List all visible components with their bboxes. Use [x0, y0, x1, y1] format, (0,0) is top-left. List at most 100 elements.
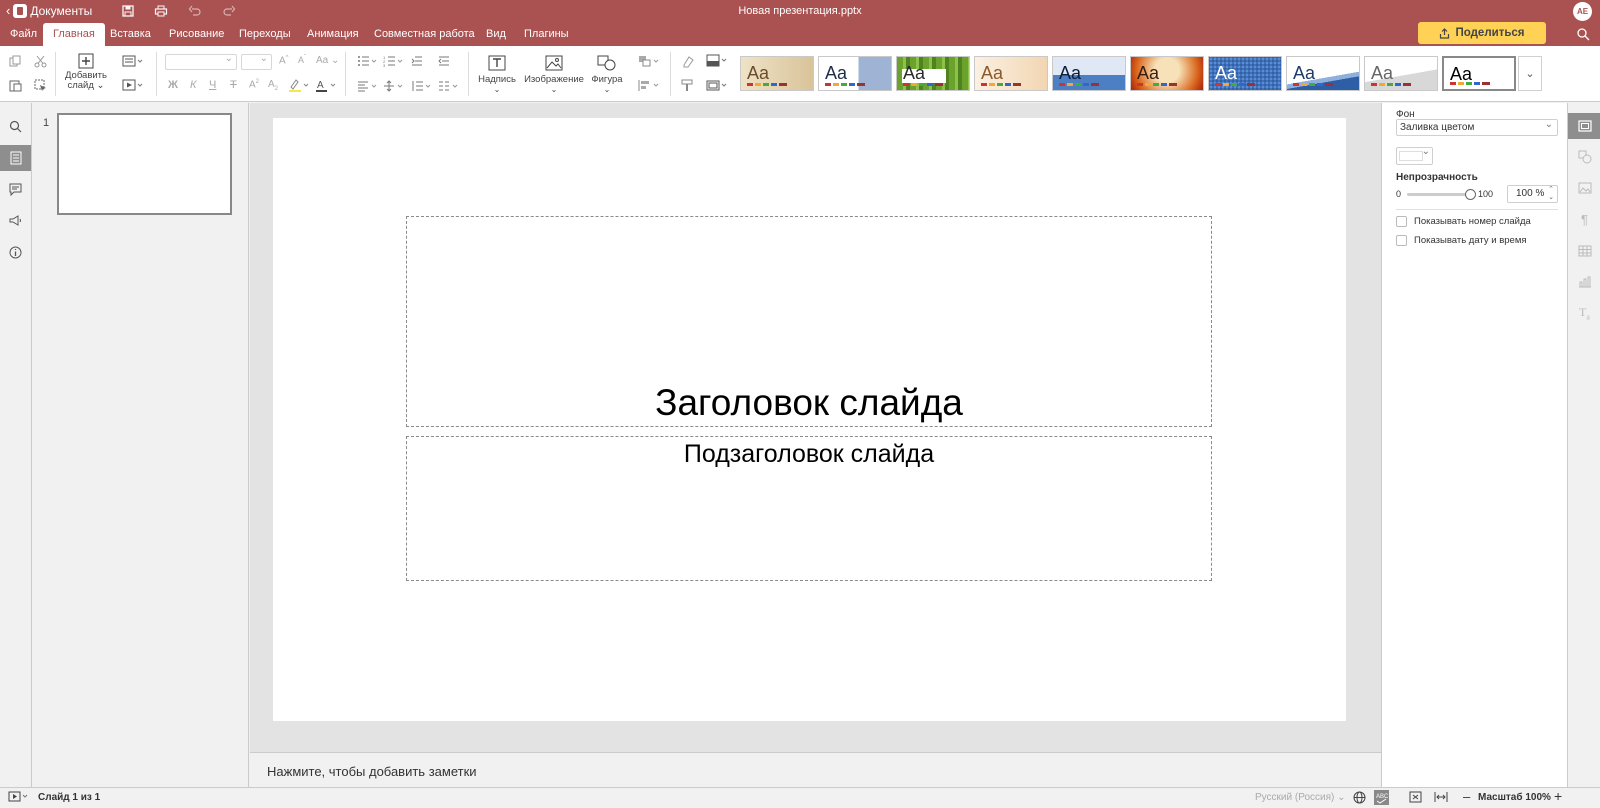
- theme-item[interactable]: Aa: [740, 56, 814, 91]
- layout-icon[interactable]: [122, 55, 146, 68]
- slides-icon: [10, 151, 21, 165]
- theme-item[interactable]: Aa: [1286, 56, 1360, 91]
- fit-slide-button[interactable]: [1409, 791, 1422, 806]
- tab-transitions[interactable]: Переходы: [229, 23, 301, 46]
- font-color-icon[interactable]: A: [315, 78, 339, 93]
- tab-plugins[interactable]: Плагины: [514, 23, 579, 46]
- align-shapes-icon[interactable]: [638, 79, 662, 92]
- back-to-documents[interactable]: ‹ Документы: [6, 4, 92, 18]
- paste-icon[interactable]: [9, 79, 22, 92]
- fill-color-picker[interactable]: [1396, 146, 1433, 165]
- strikethrough-icon[interactable]: Т: [230, 79, 237, 91]
- theme-item[interactable]: Aa: [1208, 56, 1282, 91]
- superscript-icon[interactable]: A2: [249, 79, 259, 90]
- slides-panel-button[interactable]: [0, 145, 31, 171]
- language-select[interactable]: Русский (Россия) ⌄: [1255, 792, 1346, 803]
- bullets-icon[interactable]: [357, 55, 379, 67]
- search-icon[interactable]: [1576, 27, 1590, 44]
- save-icon[interactable]: [121, 4, 137, 18]
- slide-thumbnail[interactable]: [57, 113, 232, 215]
- tab-collaboration[interactable]: Совместная работа: [364, 23, 485, 46]
- opacity-slider-track[interactable]: [1407, 193, 1469, 196]
- image-settings-button[interactable]: [1568, 175, 1600, 201]
- theme-item[interactable]: Aa: [1052, 56, 1126, 91]
- decrease-indent-icon[interactable]: [411, 55, 423, 67]
- paragraph-settings-button[interactable]: ¶: [1568, 206, 1600, 232]
- vertical-align-icon[interactable]: [383, 80, 405, 92]
- tab-draw[interactable]: Рисование: [159, 23, 234, 46]
- slide-size-icon[interactable]: [706, 79, 730, 92]
- theme-item[interactable]: Aa: [1364, 56, 1438, 91]
- shape-button[interactable]: Фигура ⌄: [589, 55, 625, 95]
- theme-item[interactable]: Aa: [974, 56, 1048, 91]
- shape-settings-button[interactable]: [1568, 144, 1600, 170]
- redo-icon[interactable]: [222, 4, 238, 18]
- color-scheme-icon[interactable]: [706, 54, 730, 68]
- image-button[interactable]: Изображение ⌄: [523, 55, 585, 95]
- start-slideshow-button[interactable]: [8, 791, 30, 806]
- select-all-icon[interactable]: [34, 79, 47, 92]
- subtitle-placeholder[interactable]: Подзаголовок слайда: [406, 436, 1212, 581]
- theme-item[interactable]: Aa: [896, 56, 970, 91]
- copy-style-icon[interactable]: [681, 79, 694, 92]
- arrange-icon[interactable]: [638, 55, 662, 68]
- slide-settings-button[interactable]: [1568, 113, 1600, 139]
- spinner-arrows-icon[interactable]: ⌃ ⌄: [1548, 186, 1554, 202]
- highlight-color-icon[interactable]: [288, 78, 312, 93]
- clear-style-icon[interactable]: [681, 55, 694, 68]
- opacity-spinner[interactable]: 100 % ⌃ ⌄: [1507, 185, 1558, 203]
- zoom-out-button[interactable]: –: [1463, 789, 1470, 804]
- tab-view[interactable]: Вид: [476, 23, 516, 46]
- theme-item[interactable]: Aa: [818, 56, 892, 91]
- themes-more-button[interactable]: ⌄: [1518, 56, 1542, 91]
- title-placeholder[interactable]: Заголовок слайда: [406, 216, 1212, 427]
- decrease-font-icon[interactable]: Aˇ: [298, 55, 306, 65]
- italic-icon[interactable]: К: [190, 79, 196, 91]
- tab-animation[interactable]: Анимация: [297, 23, 369, 46]
- font-size-combo[interactable]: [241, 53, 272, 70]
- numbering-icon[interactable]: 123: [383, 55, 405, 67]
- theme-item[interactable]: Aa: [1130, 56, 1204, 91]
- subscript-icon[interactable]: A2: [268, 79, 278, 92]
- undo-icon[interactable]: [188, 4, 204, 18]
- share-button[interactable]: Поделиться: [1418, 22, 1546, 44]
- bold-icon[interactable]: Ж: [168, 79, 178, 91]
- textbox-button[interactable]: Надпись ⌄: [477, 55, 517, 95]
- align-left-icon[interactable]: [357, 80, 379, 92]
- change-case-icon[interactable]: Aa ⌄: [316, 55, 339, 66]
- show-date-time-checkbox[interactable]: [1396, 235, 1407, 246]
- spellcheck-button[interactable]: ABC: [1374, 790, 1389, 808]
- user-avatar[interactable]: AE: [1573, 2, 1592, 21]
- increase-indent-icon[interactable]: [438, 55, 450, 67]
- fit-width-button[interactable]: [1434, 791, 1448, 806]
- doc-language-button[interactable]: [1353, 791, 1366, 807]
- about-button[interactable]: [0, 239, 31, 265]
- slide[interactable]: Заголовок слайда Подзаголовок слайда: [273, 118, 1346, 721]
- show-slide-number-checkbox[interactable]: [1396, 216, 1407, 227]
- slideshow-icon[interactable]: [122, 79, 146, 92]
- columns-icon[interactable]: [438, 80, 460, 92]
- tab-insert[interactable]: Вставка: [100, 23, 161, 46]
- line-spacing-icon[interactable]: [411, 80, 433, 92]
- tab-file[interactable]: Файл: [0, 23, 47, 46]
- increase-font-icon[interactable]: A^: [279, 55, 289, 66]
- search-button[interactable]: [0, 113, 31, 139]
- fill-type-select[interactable]: Заливка цветом: [1396, 117, 1558, 136]
- underline-icon[interactable]: Ч: [209, 79, 216, 91]
- copy-icon[interactable]: [9, 55, 22, 68]
- table-settings-button[interactable]: [1568, 238, 1600, 264]
- add-slide-button[interactable]: Добавить слайд ⌄: [64, 53, 108, 91]
- tab-home[interactable]: Главная: [43, 23, 105, 46]
- feedback-button[interactable]: [0, 207, 31, 233]
- font-name-combo[interactable]: [165, 53, 237, 70]
- chart-settings-button[interactable]: [1568, 269, 1600, 295]
- text-art-settings-button[interactable]: Ta: [1568, 300, 1600, 326]
- zoom-in-button[interactable]: +: [1554, 788, 1562, 804]
- opacity-slider-thumb[interactable]: [1465, 189, 1476, 200]
- notes-area[interactable]: Нажмите, чтобы добавить заметки: [250, 752, 1381, 787]
- theme-item-selected[interactable]: Aa: [1442, 56, 1516, 91]
- comments-button[interactable]: [0, 176, 31, 202]
- chevron-left-icon: ‹: [6, 3, 11, 18]
- cut-icon[interactable]: [34, 55, 47, 68]
- print-icon[interactable]: [154, 4, 170, 18]
